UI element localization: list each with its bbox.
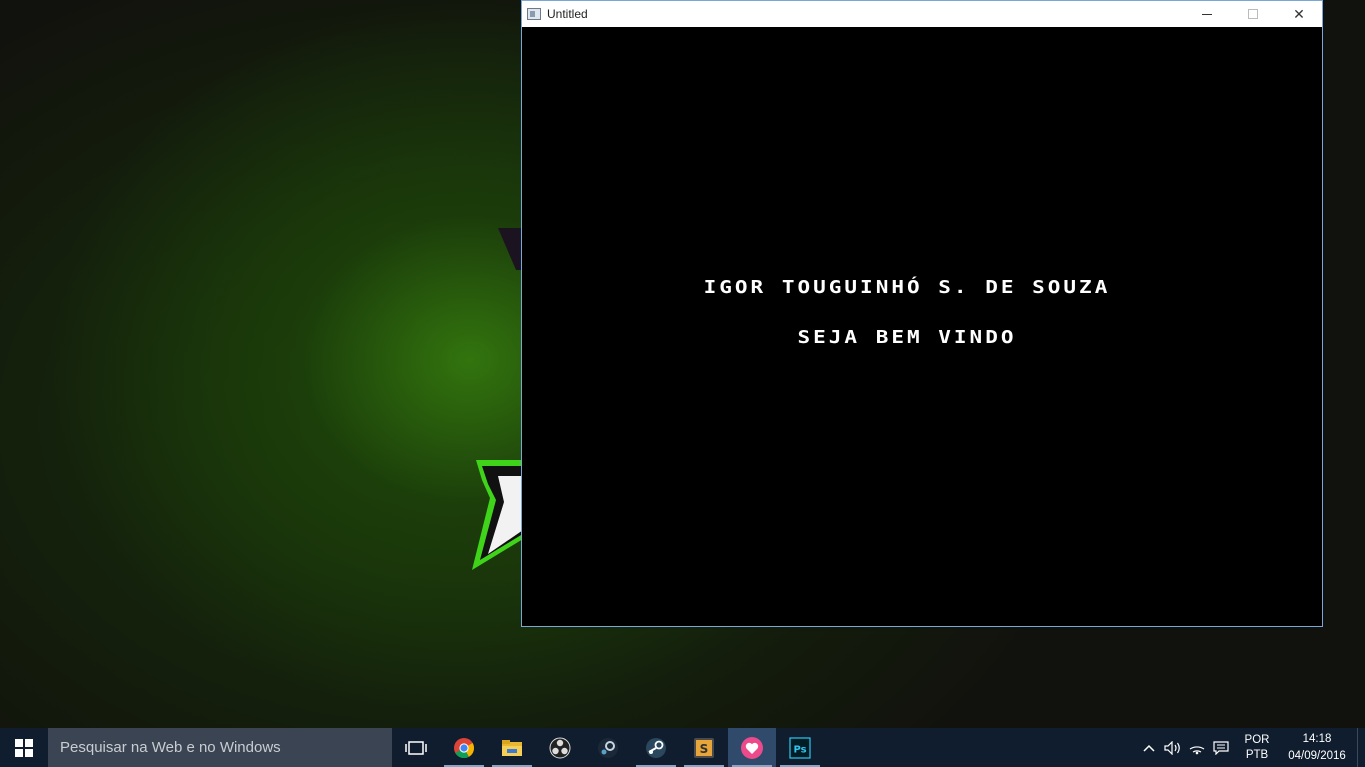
clock[interactable]: 14:18 04/09/2016	[1281, 731, 1353, 765]
taskbar-sublime[interactable]: S	[680, 728, 728, 767]
maximize-button[interactable]	[1230, 1, 1276, 27]
task-view-button[interactable]	[392, 728, 440, 767]
search-placeholder: Pesquisar na Web e no Windows	[60, 739, 281, 756]
action-center-button[interactable]	[1209, 728, 1233, 767]
start-button[interactable]	[0, 728, 48, 767]
photoshop-icon: Ps	[789, 736, 811, 759]
input-language[interactable]: POR PTB	[1237, 733, 1277, 763]
close-icon: ✕	[1293, 5, 1305, 22]
minimize-icon	[1202, 13, 1212, 15]
clock-date: 04/09/2016	[1288, 749, 1346, 762]
obs-icon	[549, 737, 571, 758]
file-explorer-icon	[502, 739, 522, 756]
svg-text:Ps: Ps	[793, 744, 806, 755]
app-window: Untitled ✕ IGOR TOUGUINHÓ S. DE SOUZA SE…	[521, 0, 1323, 627]
clock-time: 14:18	[1302, 732, 1332, 745]
wifi-icon	[1189, 745, 1205, 754]
window-title: Untitled	[547, 7, 588, 21]
app-window-icon	[527, 8, 541, 20]
chevron-up-icon	[1143, 744, 1155, 752]
task-view-icon	[405, 740, 427, 755]
show-desktop-button[interactable]	[1357, 728, 1365, 767]
taskbar-obs[interactable]	[536, 728, 584, 767]
taskbar-photoshop[interactable]: Ps	[776, 728, 824, 767]
search-box[interactable]: Pesquisar na Web e no Windows	[48, 728, 392, 767]
steam-client-icon	[598, 737, 618, 758]
sublime-icon: S	[694, 737, 714, 758]
steam-icon	[646, 737, 666, 758]
close-button[interactable]: ✕	[1276, 1, 1322, 27]
volume-icon	[1164, 740, 1180, 755]
window-controls: ✕	[1184, 1, 1322, 27]
wallpaper-logo	[472, 460, 528, 570]
system-tray: POR PTB 14:18 04/09/2016	[1137, 728, 1365, 767]
heart-app-icon	[741, 736, 763, 759]
keyboard-layout: PTB	[1245, 748, 1269, 761]
network-button[interactable]	[1185, 728, 1209, 767]
minimize-button[interactable]	[1184, 1, 1230, 27]
player-name-text: IGOR TOUGUINHÓ S. DE SOUZA	[703, 276, 1111, 298]
welcome-text: SEJA BEM VINDO	[797, 326, 1017, 348]
chrome-icon	[454, 737, 475, 758]
language-code: POR	[1244, 733, 1270, 746]
taskbar-steam-client[interactable]	[584, 728, 632, 767]
taskbar: Pesquisar na Web e no Windows S Ps POR P…	[0, 728, 1365, 767]
taskbar-heart-app[interactable]	[728, 728, 776, 767]
show-hidden-icons-button[interactable]	[1137, 728, 1161, 767]
windows-logo-icon	[15, 738, 33, 757]
game-canvas[interactable]: IGOR TOUGUINHÓ S. DE SOUZA SEJA BEM VIND…	[522, 27, 1322, 626]
window-titlebar[interactable]: Untitled ✕	[522, 1, 1322, 27]
maximize-icon	[1248, 9, 1258, 19]
taskbar-file-explorer[interactable]	[488, 728, 536, 767]
volume-button[interactable]	[1161, 728, 1185, 767]
taskbar-chrome[interactable]	[440, 728, 488, 767]
action-center-icon	[1213, 740, 1229, 755]
taskbar-steam[interactable]	[632, 728, 680, 767]
svg-text:S: S	[700, 742, 709, 756]
